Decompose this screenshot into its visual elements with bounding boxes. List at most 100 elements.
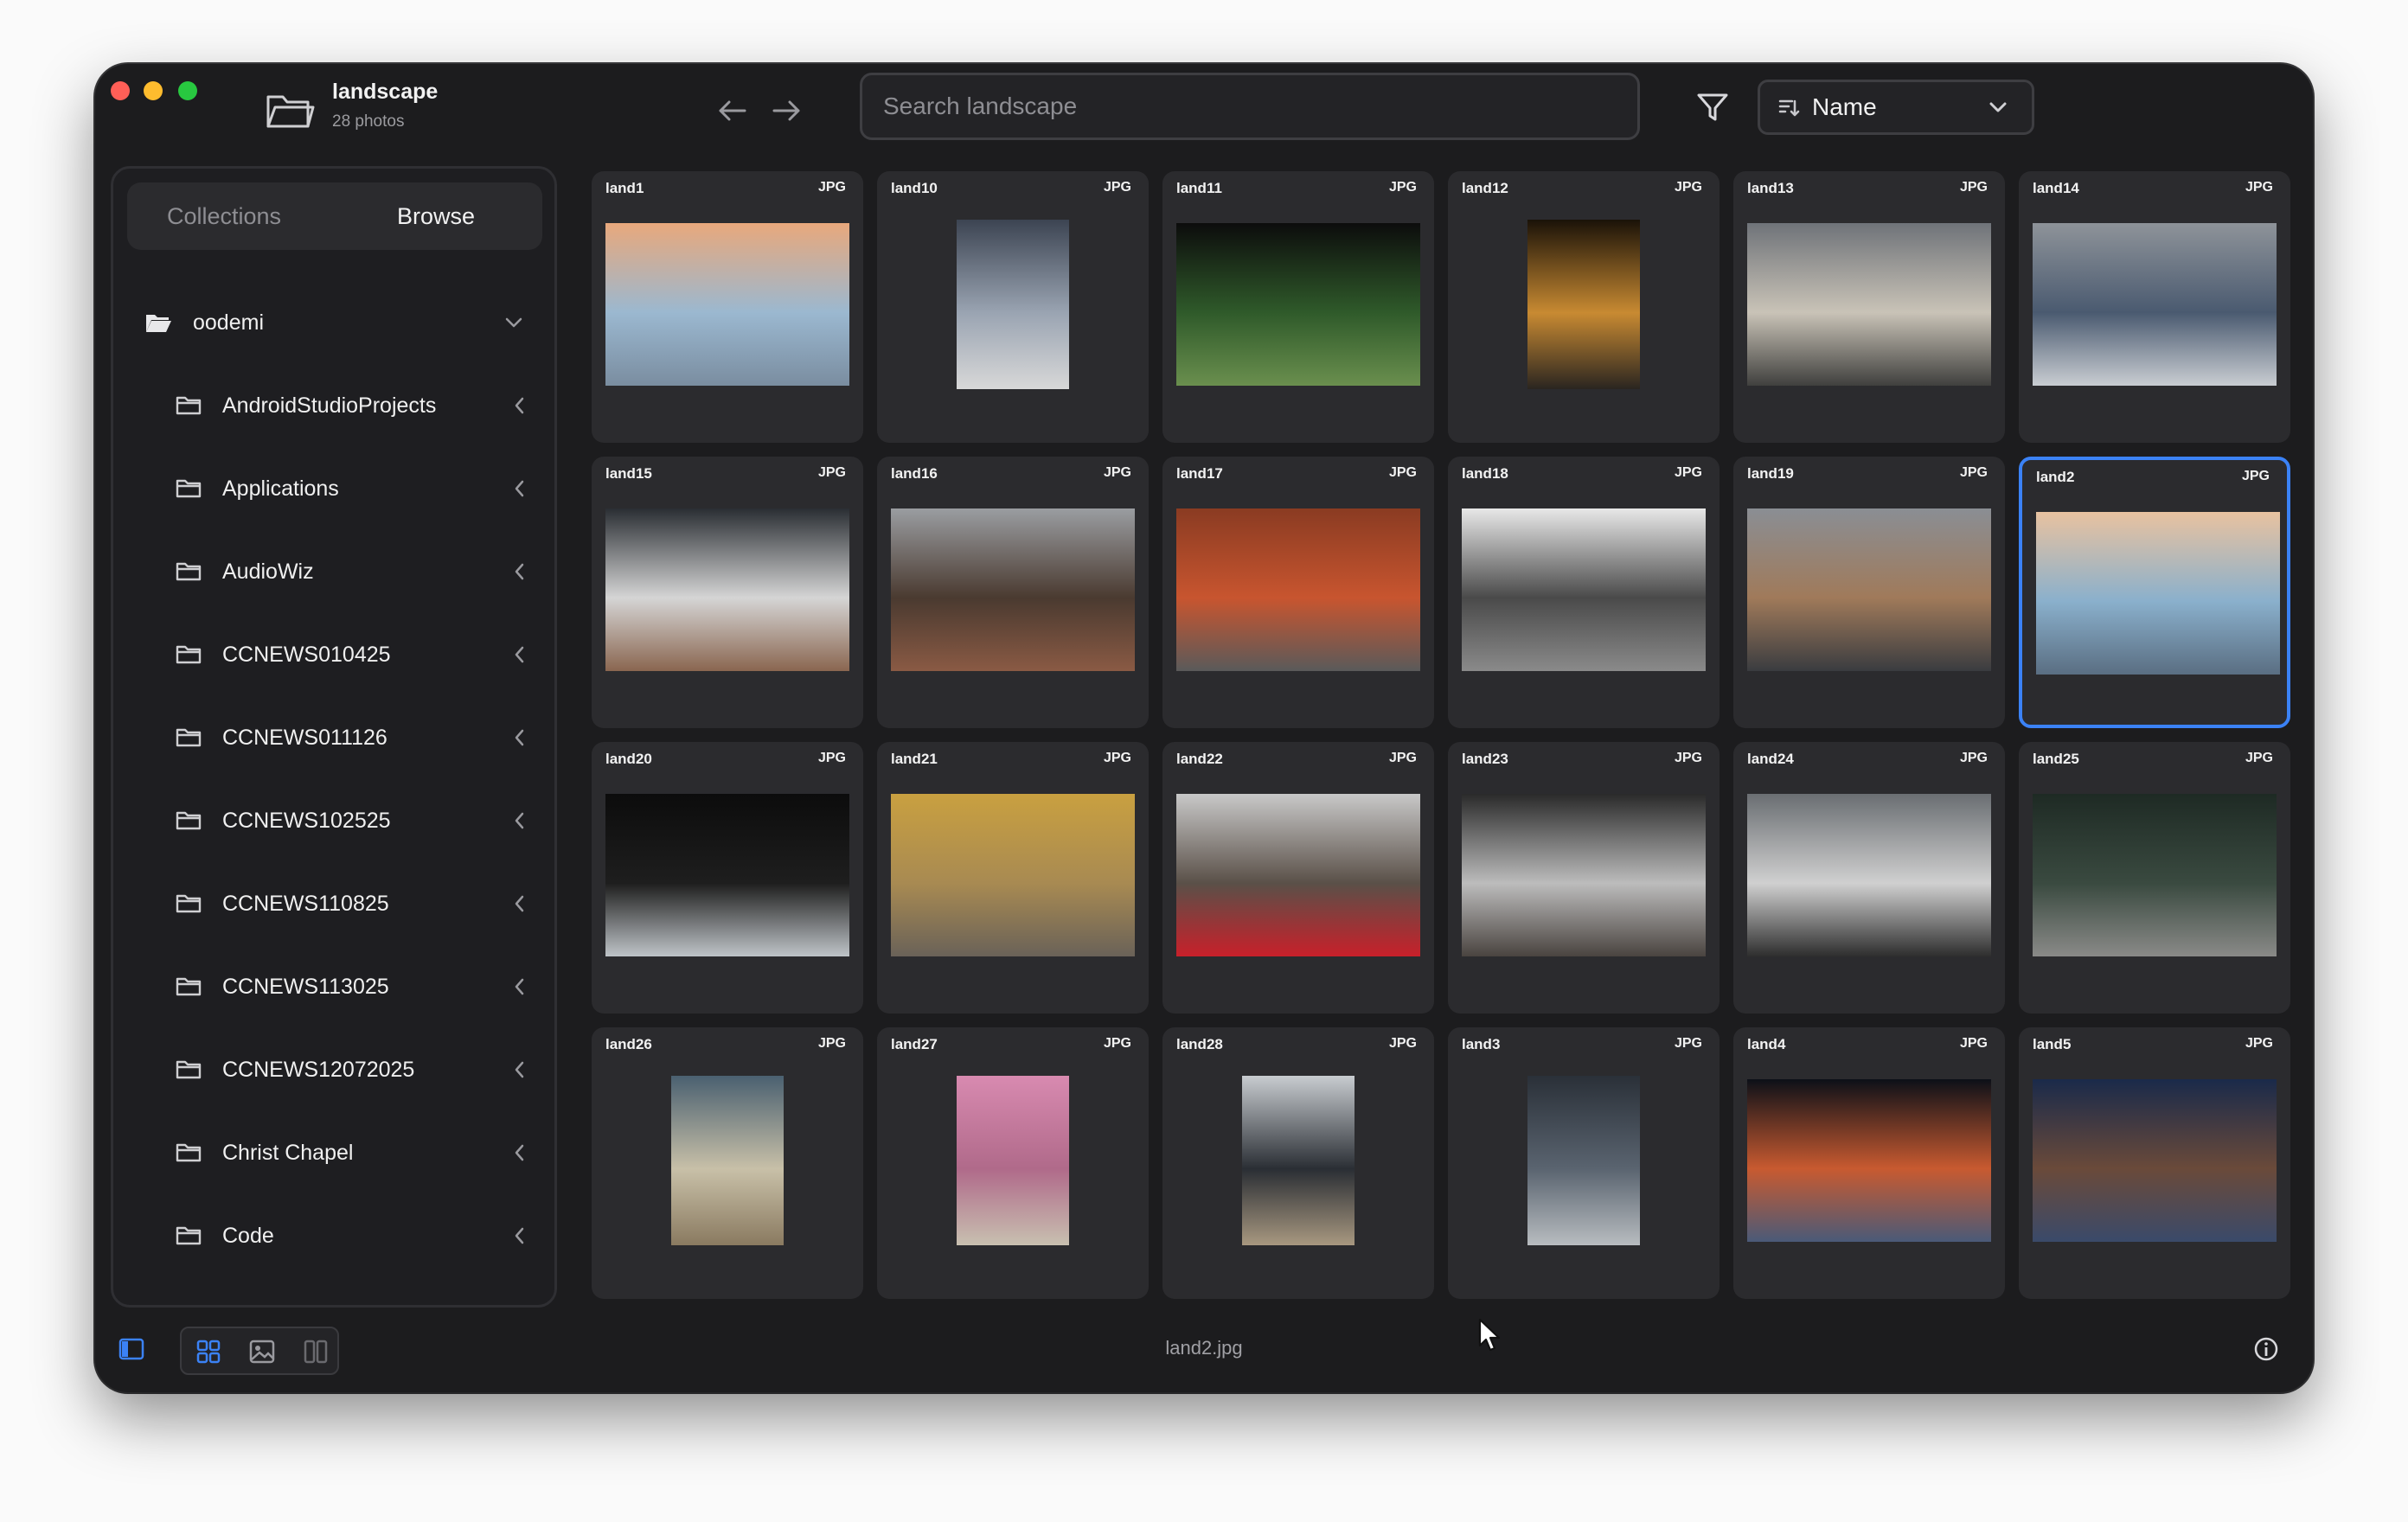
photo-thumbnail: [957, 220, 1069, 389]
chevron-left-icon[interactable]: [513, 1060, 525, 1079]
photo-card[interactable]: land12 JPG: [1448, 171, 1720, 443]
folder-icon: [176, 728, 202, 747]
chevron-left-icon[interactable]: [513, 1226, 525, 1245]
chevron-left-icon[interactable]: [513, 894, 525, 913]
sort-dropdown[interactable]: Name: [1758, 80, 2034, 135]
sidebar-segmented-control: Collections Browse: [127, 182, 542, 250]
chevron-down-icon[interactable]: [504, 317, 523, 329]
chevron-left-icon[interactable]: [513, 811, 525, 830]
close-window-button[interactable]: [111, 81, 130, 100]
photo-card[interactable]: land11 JPG: [1162, 171, 1434, 443]
folder-icon: [176, 479, 202, 498]
forward-button[interactable]: [770, 95, 804, 126]
chevron-left-icon[interactable]: [513, 645, 525, 664]
photo-thumbnail: [1747, 794, 1991, 956]
folder-icon: [176, 1143, 202, 1162]
photo-card[interactable]: land28 JPG: [1162, 1027, 1434, 1299]
photo-thumbnail: [891, 508, 1135, 671]
window-title: landscape: [332, 80, 439, 104]
search-field[interactable]: [860, 73, 1640, 140]
sidebar-item-folder[interactable]: CCNEWS011126: [176, 712, 525, 764]
sidebar-item-folder[interactable]: CCNEWS12072025: [176, 1044, 525, 1096]
photo-thumbnail: [2033, 1079, 2277, 1242]
photo-card[interactable]: land25 JPG: [2019, 742, 2290, 1014]
sidebar-item-folder[interactable]: CCNEWS102525: [176, 795, 525, 847]
sort-icon: [1778, 99, 1800, 117]
photo-card[interactable]: land3 JPG: [1448, 1027, 1720, 1299]
photo-name: land2: [2036, 469, 2075, 485]
zoom-window-button[interactable]: [178, 81, 197, 100]
sidebar-item-label: CCNEWS010425: [222, 642, 391, 667]
chevron-left-icon[interactable]: [513, 479, 525, 498]
photo-card[interactable]: land26 JPG: [592, 1027, 863, 1299]
photo-card[interactable]: land23 JPG: [1448, 742, 1720, 1014]
sidebar-item-folder[interactable]: Christ Chapel: [176, 1127, 525, 1179]
photo-card[interactable]: land15 JPG: [592, 457, 863, 728]
sidebar-item-label: Applications: [222, 476, 339, 501]
photo-format-badge: JPG: [817, 751, 846, 765]
photo-thumbnail: [957, 1076, 1069, 1245]
split-view-icon[interactable]: [301, 1337, 330, 1366]
photo-format-badge: JPG: [1388, 180, 1417, 195]
photo-card[interactable]: land5 JPG: [2019, 1027, 2290, 1299]
sidebar-item-folder[interactable]: Code: [176, 1210, 525, 1262]
open-folder-icon: [146, 315, 171, 332]
photo-format-badge: JPG: [2245, 1036, 2273, 1051]
search-input[interactable]: [862, 75, 1637, 137]
chevron-left-icon[interactable]: [513, 396, 525, 415]
info-icon[interactable]: [2252, 1335, 2280, 1363]
chevron-left-icon[interactable]: [513, 977, 525, 996]
tree-root-folder[interactable]: oodemi: [144, 297, 525, 349]
grid-view-icon[interactable]: [194, 1337, 223, 1366]
photo-card[interactable]: land16 JPG: [877, 457, 1149, 728]
photo-card[interactable]: land27 JPG: [877, 1027, 1149, 1299]
sidebar-item-folder[interactable]: CCNEWS113025: [176, 961, 525, 1013]
back-button[interactable]: [714, 95, 749, 126]
photo-card[interactable]: land22 JPG: [1162, 742, 1434, 1014]
chevron-left-icon[interactable]: [513, 1143, 525, 1162]
photo-format-badge: JPG: [1388, 465, 1417, 480]
sidebar-item-folder[interactable]: Applications: [176, 463, 525, 515]
photo-name: land21: [891, 751, 938, 767]
photo-thumbnail: [1176, 794, 1420, 956]
photo-name: land4: [1747, 1036, 1786, 1052]
sidebar-item-folder[interactable]: CCNEWS110825: [176, 878, 525, 930]
photo-name: land22: [1176, 751, 1223, 767]
chevron-left-icon[interactable]: [513, 728, 525, 747]
folder-icon: [176, 1226, 202, 1245]
sidebar-item-label: AudioWiz: [222, 559, 314, 584]
photo-card[interactable]: land19 JPG: [1733, 457, 2005, 728]
sidebar-item-folder[interactable]: AndroidStudioProjects: [176, 380, 525, 432]
photo-card[interactable]: land17 JPG: [1162, 457, 1434, 728]
photo-name: land5: [2033, 1036, 2072, 1052]
photo-thumbnail: [1176, 223, 1420, 386]
sidebar-item-label: CCNEWS102525: [222, 808, 391, 833]
photo-card[interactable]: land1 JPG: [592, 171, 863, 443]
photo-card[interactable]: land24 JPG: [1733, 742, 2005, 1014]
photo-card[interactable]: land21 JPG: [877, 742, 1149, 1014]
photo-card[interactable]: land10 JPG: [877, 171, 1149, 443]
chevron-left-icon[interactable]: [513, 562, 525, 581]
tab-collections[interactable]: Collections: [167, 182, 281, 250]
app-window: landscape 28 photos Name Collections Bro…: [95, 64, 2313, 1392]
filter-icon[interactable]: [1695, 90, 1730, 125]
minimize-window-button[interactable]: [144, 81, 163, 100]
photo-name: land28: [1176, 1036, 1223, 1052]
photo-card[interactable]: land14 JPG: [2019, 171, 2290, 443]
tab-browse[interactable]: Browse: [397, 182, 475, 250]
photo-card[interactable]: land18 JPG: [1448, 457, 1720, 728]
photo-card[interactable]: land4 JPG: [1733, 1027, 2005, 1299]
photo-card[interactable]: land20 JPG: [592, 742, 863, 1014]
sort-label: Name: [1812, 93, 1877, 120]
photo-thumbnail: [1462, 508, 1706, 671]
sidebar-item-folder[interactable]: AudioWiz: [176, 546, 525, 598]
single-image-view-icon[interactable]: [247, 1337, 277, 1366]
sidebar-item-label: AndroidStudioProjects: [222, 393, 437, 418]
sidebar-toggle-icon[interactable]: [118, 1335, 145, 1363]
photo-format-badge: JPG: [1959, 751, 1988, 765]
photo-card[interactable]: land2 JPG: [2019, 457, 2290, 728]
photo-card[interactable]: land13 JPG: [1733, 171, 2005, 443]
folder-icon: [176, 894, 202, 913]
photo-format-badge: JPG: [2245, 751, 2273, 765]
sidebar-item-folder[interactable]: CCNEWS010425: [176, 629, 525, 681]
